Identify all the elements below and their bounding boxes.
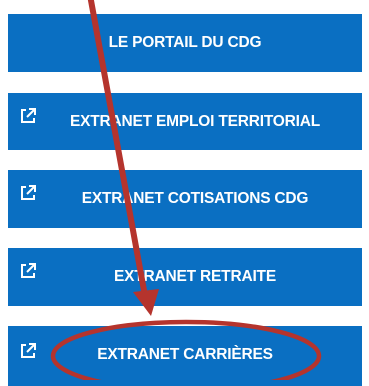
- extranet-retraite-button[interactable]: EXTRANET RETRAITE: [8, 248, 362, 306]
- extranet-cotisations-cdg-label: EXTRANET COTISATIONS CDG: [81, 190, 309, 207]
- extranet-cotisations-cdg-button[interactable]: EXTRANET COTISATIONS CDG: [8, 170, 362, 228]
- external-link-icon: [19, 262, 37, 280]
- portail-cdg-button[interactable]: LE PORTAIL DU CDG: [8, 14, 362, 72]
- extranet-carrieres-button[interactable]: EXTRANET CARRIÈRES: [8, 326, 362, 386]
- external-link-icon: [19, 184, 37, 202]
- extranet-retraite-label: EXTRANET RETRAITE: [114, 268, 276, 285]
- extranet-emploi-territorial-button[interactable]: EXTRANET EMPLOI TERRITORIAL: [8, 93, 362, 150]
- external-link-icon: [19, 342, 37, 360]
- external-link-icon: [19, 107, 37, 125]
- portail-cdg-label: LE PORTAIL DU CDG: [108, 34, 262, 51]
- extranet-carrieres-label: EXTRANET CARRIÈRES: [97, 346, 273, 363]
- extranet-emploi-territorial-label: EXTRANET EMPLOI TERRITORIAL: [69, 112, 321, 130]
